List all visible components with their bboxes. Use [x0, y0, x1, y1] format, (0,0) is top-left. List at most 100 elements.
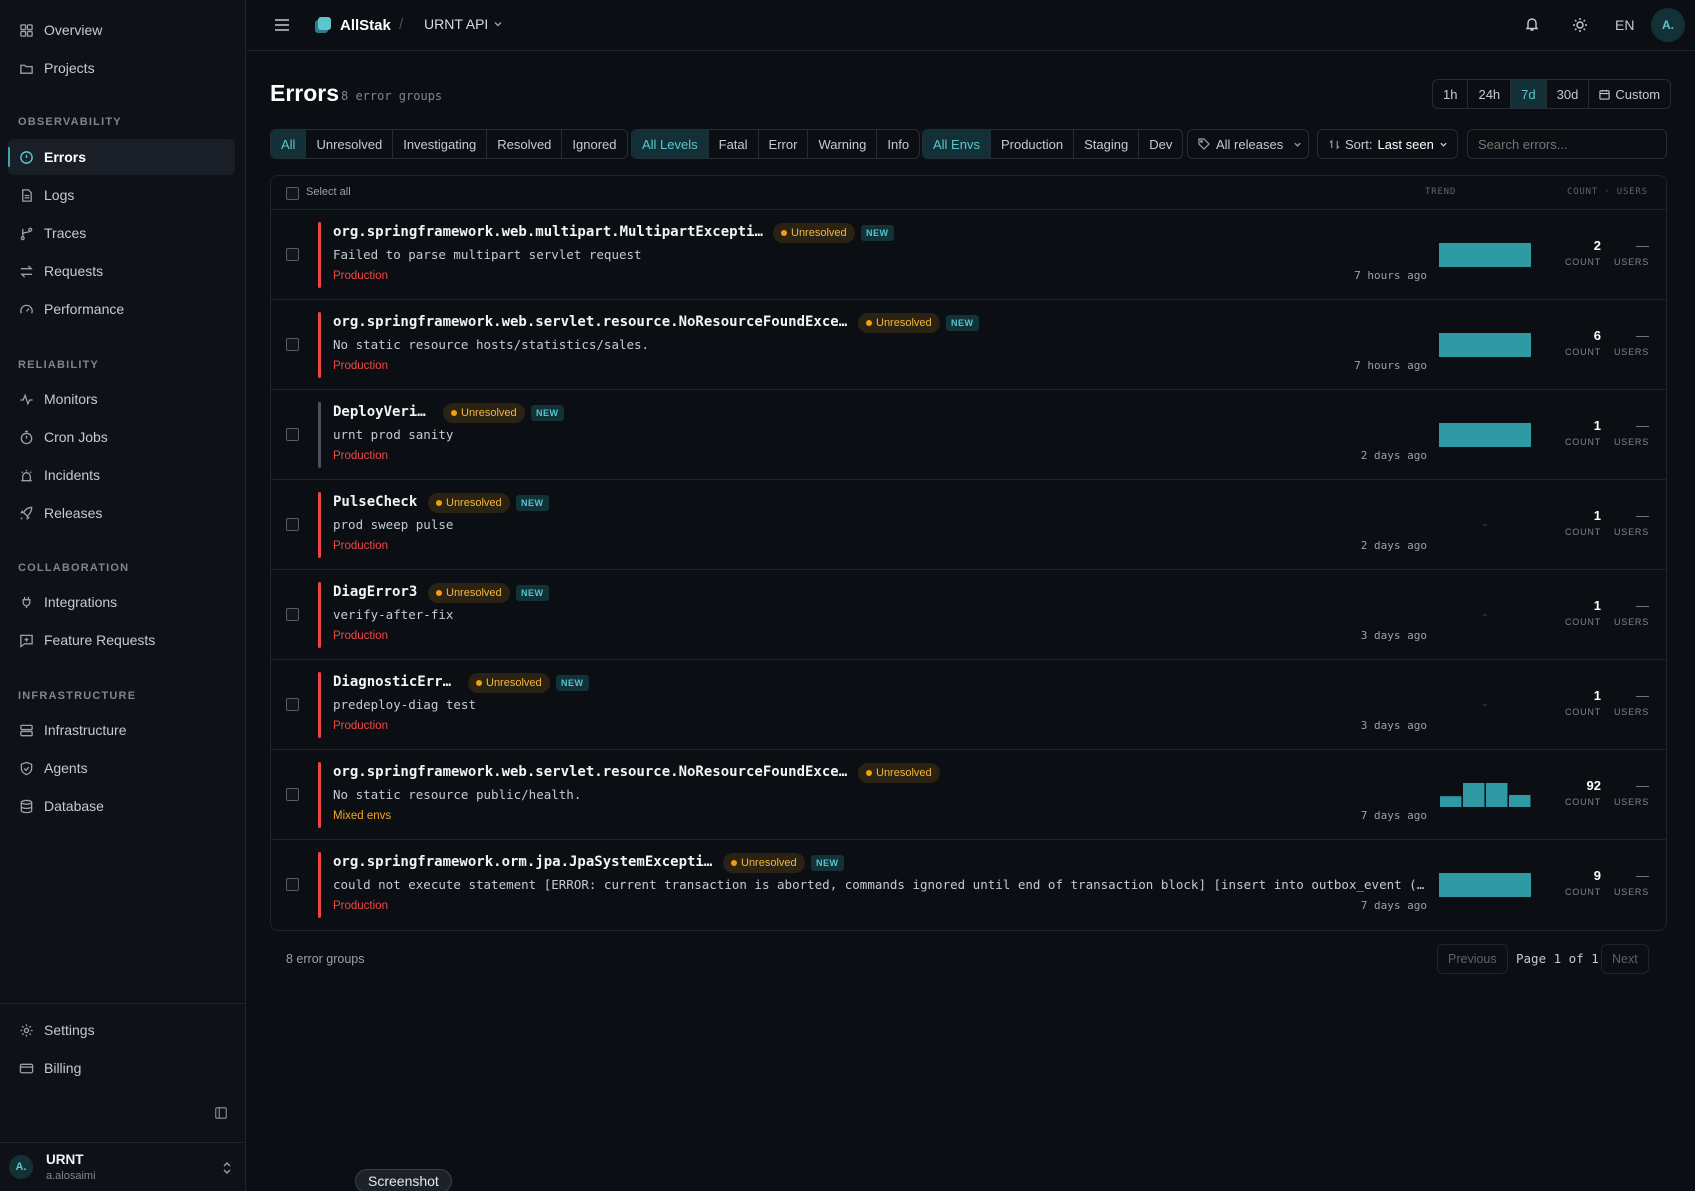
filter-status-resolved[interactable]: Resolved — [487, 130, 563, 158]
trend-sparkline — [1440, 783, 1531, 807]
search-input[interactable] — [1467, 129, 1667, 159]
filter-level-fatal[interactable]: Fatal — [709, 130, 759, 158]
sidebar-item-settings[interactable]: Settings — [8, 1012, 235, 1048]
bell-icon[interactable] — [1524, 16, 1540, 32]
table-row[interactable]: org.springframework.web.servlet.resource… — [271, 750, 1666, 840]
table-row[interactable]: PulseCheck Unresolved NEW prod sweep pulse P… — [271, 480, 1666, 570]
section-label-reliability: RELIABILITY — [18, 359, 100, 371]
row-checkbox[interactable] — [286, 338, 299, 351]
error-title[interactable]: DiagnosticError — [333, 674, 458, 690]
git-branch-icon — [20, 227, 33, 240]
sidebar: Overview Projects OBSERVABILITY Errors L… — [0, 0, 246, 1191]
status-badge: Unresolved — [858, 763, 940, 783]
sidebar-item-label: Overview — [44, 22, 103, 38]
filter-level-info[interactable]: Info — [877, 130, 919, 158]
sidebar-item-feature-requests[interactable]: Feature Requests — [8, 622, 235, 658]
new-badge: NEW — [531, 405, 564, 421]
sidebar-item-agents[interactable]: Agents — [8, 750, 235, 786]
error-title[interactable]: DiagError3 — [333, 584, 417, 600]
errors-table: Select all TREND COUNT · USERS org.sprin… — [270, 175, 1667, 931]
brand-name[interactable]: AllStak — [340, 17, 391, 34]
sidebar-item-infrastructure[interactable]: Infrastructure — [8, 712, 235, 748]
users-count: — — [1636, 418, 1649, 433]
filter-status-all[interactable]: All — [271, 130, 307, 158]
filter-env-staging[interactable]: Staging — [1074, 130, 1140, 158]
error-title[interactable]: PulseCheck — [333, 494, 417, 510]
error-message: urnt prod sanity — [333, 427, 454, 442]
sidebar-item-traces[interactable]: Traces — [8, 215, 235, 251]
sidebar-item-requests[interactable]: Requests — [8, 253, 235, 289]
status-badge: Unresolved — [773, 223, 855, 243]
time-range-1h[interactable]: 1h — [1433, 80, 1469, 108]
filter-status-investigating[interactable]: Investigating — [393, 130, 488, 158]
filter-env-production[interactable]: Production — [991, 130, 1075, 158]
status-badge: Unresolved — [428, 583, 510, 603]
sidebar-item-performance[interactable]: Performance — [8, 291, 235, 327]
section-label-infrastructure: INFRASTRUCTURE — [18, 690, 137, 702]
sidebar-item-errors[interactable]: Errors — [8, 139, 235, 175]
chevrons-up-down-icon — [223, 1162, 231, 1174]
sidebar-item-logs[interactable]: Logs — [8, 177, 235, 213]
error-title[interactable]: org.springframework.web.multipart.Multip… — [333, 224, 763, 240]
table-row[interactable]: org.springframework.orm.jpa.JpaSystemExc… — [271, 840, 1666, 930]
sidebar-item-projects[interactable]: Projects — [8, 50, 235, 86]
time-range-selector: 1h 24h 7d 30d Custom — [1432, 79, 1672, 109]
topbar: AllStak / URNT API EN A. — [247, 0, 1695, 51]
language-toggle[interactable]: EN — [1615, 17, 1634, 33]
last-seen: 2 days ago — [1360, 539, 1427, 552]
sidebar-divider — [0, 1003, 246, 1004]
severity-indicator — [318, 402, 321, 468]
menu-icon[interactable] — [274, 18, 290, 32]
table-row[interactable]: DiagError3 Unresolved NEW verify-after-fix P… — [271, 570, 1666, 660]
sidebar-item-integrations[interactable]: Integrations — [8, 584, 235, 620]
time-range-24h[interactable]: 24h — [1468, 80, 1512, 108]
filter-level-error[interactable]: Error — [759, 130, 809, 158]
time-range-7d[interactable]: 7d — [1511, 80, 1547, 108]
time-range-custom[interactable]: Custom — [1589, 80, 1670, 108]
filter-level-warning[interactable]: Warning — [808, 130, 878, 158]
sun-icon[interactable] — [1572, 17, 1588, 33]
sidebar-item-database[interactable]: Database — [8, 788, 235, 824]
user-menu[interactable]: A. URNT a.alosaimi — [0, 1142, 246, 1191]
row-checkbox[interactable] — [286, 698, 299, 711]
sidebar-item-cron-jobs[interactable]: Cron Jobs — [8, 419, 235, 455]
sidebar-item-billing[interactable]: Billing — [8, 1050, 235, 1086]
table-row[interactable]: org.springframework.web.multipart.Multip… — [271, 210, 1666, 300]
project-switcher[interactable]: URNT API — [424, 16, 503, 32]
error-title[interactable]: DeployVerify — [333, 404, 433, 420]
filter-env-dev[interactable]: Dev — [1139, 130, 1182, 158]
sort-dropdown[interactable]: Sort: Last seen — [1317, 129, 1458, 159]
previous-button[interactable]: Previous — [1437, 944, 1508, 974]
select-all-checkbox[interactable] — [286, 187, 299, 200]
sidebar-item-overview[interactable]: Overview — [8, 12, 235, 48]
last-seen: 3 days ago — [1360, 629, 1427, 642]
row-checkbox[interactable] — [286, 788, 299, 801]
row-checkbox[interactable] — [286, 518, 299, 531]
row-checkbox[interactable] — [286, 248, 299, 261]
row-checkbox[interactable] — [286, 608, 299, 621]
sidebar-item-incidents[interactable]: Incidents — [8, 457, 235, 493]
sidebar-item-releases[interactable]: Releases — [8, 495, 235, 531]
filter-env-all[interactable]: All Envs — [923, 130, 991, 158]
count-label: COUNT — [1565, 527, 1601, 537]
next-button[interactable]: Next — [1601, 944, 1649, 974]
env-label: Mixed envs — [333, 810, 392, 822]
sidebar-item-monitors[interactable]: Monitors — [8, 381, 235, 417]
table-row[interactable]: DeployVerify Unresolved NEW urnt prod sanit… — [271, 390, 1666, 480]
filter-status-unresolved[interactable]: Unresolved — [306, 130, 394, 158]
filter-level-all[interactable]: All Levels — [632, 130, 709, 158]
releases-dropdown[interactable]: All releases — [1187, 129, 1309, 159]
header-avatar[interactable]: A. — [1651, 8, 1685, 42]
error-title[interactable]: org.springframework.orm.jpa.JpaSystemExc… — [333, 854, 713, 870]
row-checkbox[interactable] — [286, 878, 299, 891]
row-checkbox[interactable] — [286, 428, 299, 441]
gear-icon — [20, 1023, 33, 1037]
error-title[interactable]: org.springframework.web.servlet.resource… — [333, 314, 848, 330]
severity-indicator — [318, 312, 321, 378]
filter-status-ignored[interactable]: Ignored — [562, 130, 626, 158]
table-row[interactable]: DiagnosticError Unresolved NEW predeploy-di… — [271, 660, 1666, 750]
table-row[interactable]: org.springframework.web.servlet.resource… — [271, 300, 1666, 390]
sidebar-collapse-icon[interactable] — [214, 1106, 228, 1120]
error-title[interactable]: org.springframework.web.servlet.resource… — [333, 764, 848, 780]
time-range-30d[interactable]: 30d — [1547, 80, 1590, 108]
